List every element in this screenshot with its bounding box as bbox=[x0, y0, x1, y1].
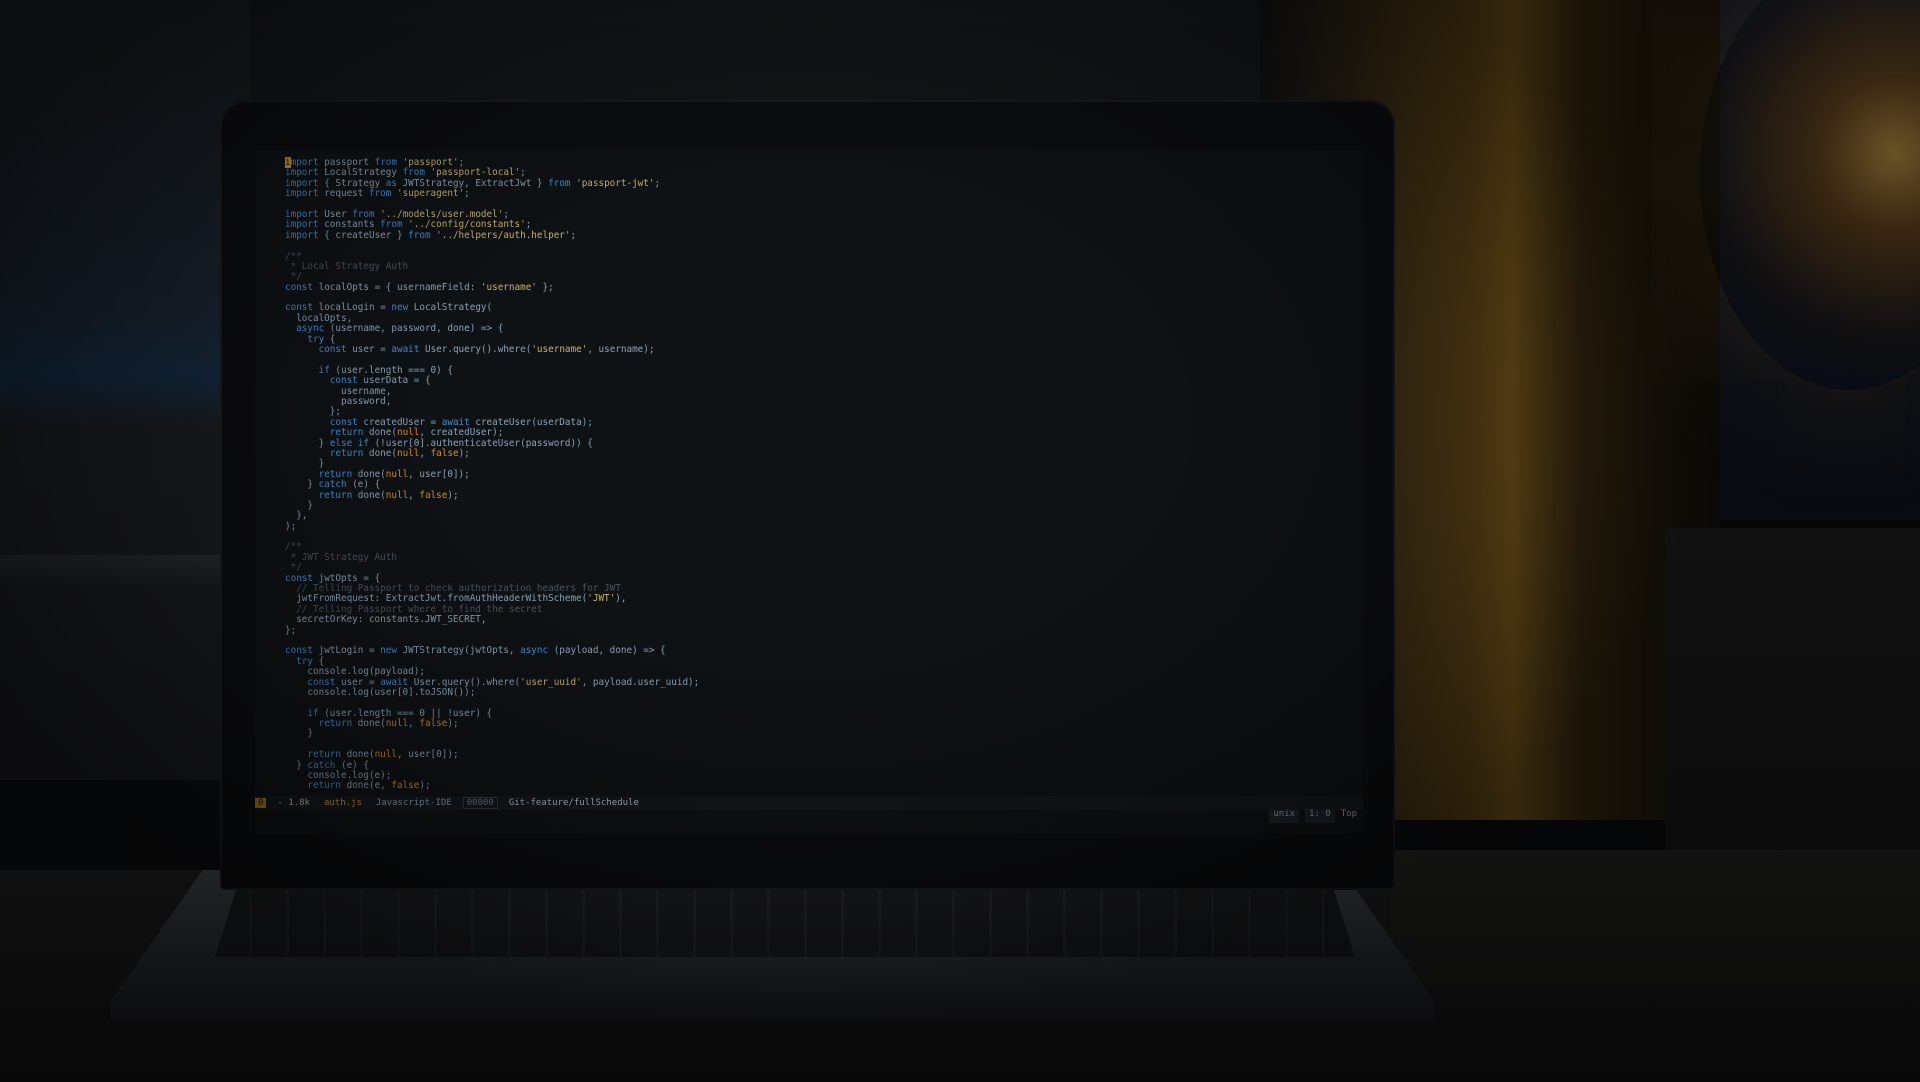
code-line: /** bbox=[285, 250, 302, 262]
code-line: if (user.length === 0) { bbox=[318, 364, 453, 376]
code-line: console.log(payload); bbox=[285, 666, 425, 678]
code-line: const userData = { bbox=[329, 375, 431, 387]
status-git-branch: Git-feature/fullSchedule bbox=[508, 797, 639, 808]
status-cursor-position: 1: 0 bbox=[1305, 809, 1335, 823]
code-line: username, bbox=[285, 385, 392, 397]
code-line: console.log(user[0].toJSON()); bbox=[285, 686, 476, 698]
status-file-size: - 1.8k bbox=[277, 797, 310, 808]
laptop-screen: import passport from 'passport'; import L… bbox=[255, 150, 1363, 834]
code-line: async (username, password, done) => { bbox=[296, 323, 504, 335]
code-line: return done(null, createdUser); bbox=[329, 427, 504, 439]
code-line: secretOrKey: constants.JWT_SECRET, bbox=[285, 614, 487, 626]
code-line: import { createUser } from '../helpers/a… bbox=[285, 229, 577, 241]
code-line: return done(null, user[0]); bbox=[318, 468, 470, 480]
code-line: * JWT Strategy Auth bbox=[285, 551, 397, 563]
code-line: return done(e, false); bbox=[307, 780, 431, 792]
code-editor[interactable]: import passport from 'passport'; import L… bbox=[285, 157, 1343, 798]
code-line: }, bbox=[285, 510, 308, 522]
code-line: } bbox=[285, 499, 313, 511]
code-line: return done(null, user[0]); bbox=[307, 749, 459, 761]
code-line: } bbox=[285, 728, 313, 740]
status-filetype: Javascript-IDE bbox=[375, 797, 452, 808]
code-line: */ bbox=[285, 562, 302, 574]
code-line: * Local Strategy Auth bbox=[285, 260, 409, 272]
code-line: } catch (e) { bbox=[285, 759, 369, 771]
code-line: /** bbox=[285, 541, 302, 553]
code-line: const jwtLogin = new JWTStrategy(jwtOpts… bbox=[285, 645, 666, 657]
code-line: const localLogin = new LocalStrategy( bbox=[285, 302, 493, 314]
code-line: return done(null, false); bbox=[318, 489, 459, 501]
status-progress: 00000 bbox=[462, 796, 498, 810]
status-filename: auth.js bbox=[323, 797, 362, 808]
code-line: import request from 'superagent'; bbox=[285, 188, 470, 200]
photo-scene: import passport from 'passport'; import L… bbox=[0, 0, 1920, 1082]
status-mode: 0 bbox=[255, 797, 267, 809]
editor-status-bar: 0 - 1.8k auth.js Javascript-IDE 00000 Gi… bbox=[255, 796, 1363, 810]
code-line: password, bbox=[285, 395, 392, 407]
status-encoding: unix bbox=[1269, 809, 1300, 823]
code-line: ); bbox=[285, 520, 297, 532]
left-window-sill bbox=[0, 555, 250, 585]
code-line: }; bbox=[285, 624, 297, 636]
code-line: return done(null, false); bbox=[329, 447, 470, 459]
code-line: const localOpts = { usernameField: 'user… bbox=[285, 281, 554, 293]
desk-right-surface bbox=[1390, 850, 1920, 990]
left-window bbox=[0, 0, 250, 780]
editor-status-right: unix 1: 0 Top bbox=[1269, 809, 1357, 823]
code-line: console.log(e); bbox=[285, 770, 392, 782]
laptop-keyboard bbox=[215, 885, 1355, 957]
status-scroll: Top bbox=[1340, 809, 1357, 819]
code-line: return done(null, false); bbox=[318, 718, 459, 730]
code-line: const user = await User.query().where('u… bbox=[318, 344, 655, 356]
code-line: try { bbox=[296, 655, 325, 667]
